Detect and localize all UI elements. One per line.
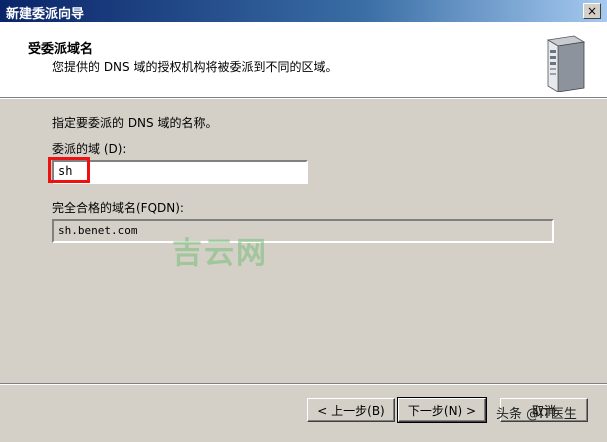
back-button[interactable]: < 上一步(B) [307, 398, 395, 422]
wizard-window: 新建委派向导 × 受委派域名 您提供的 DNS 域的授权机构将被委派到不同的区域… [0, 0, 607, 442]
fqdn-field: sh.benet.com [52, 219, 554, 243]
header-subtitle: 您提供的 DNS 域的授权机构将被委派到不同的区域。 [52, 60, 338, 74]
header-divider [0, 98, 607, 99]
window-title: 新建委派向导 [6, 7, 85, 22]
instruction-text: 指定要委派的 DNS 域的名称。 [52, 116, 218, 130]
delegated-domain-label: 委派的域 (D): [52, 142, 127, 156]
header-title: 受委派域名 [28, 42, 94, 57]
close-button[interactable]: × [583, 3, 601, 19]
server-icon [546, 35, 586, 92]
fqdn-label: 完全合格的域名(FQDN): [52, 201, 184, 215]
close-icon: × [586, 4, 598, 18]
source-watermark: 头条 @IT医生 [496, 407, 577, 422]
watermark: 吉云网 [172, 236, 268, 271]
next-button[interactable]: 下一步(N) > [397, 397, 487, 423]
title-bar[interactable]: 新建委派向导 × [0, 0, 607, 22]
footer-divider-highlight [0, 384, 607, 385]
wizard-header: 受委派域名 您提供的 DNS 域的授权机构将被委派到不同的区域。 [0, 22, 607, 98]
highlight-box [48, 157, 90, 183]
delegated-domain-input[interactable]: sh [52, 160, 308, 184]
